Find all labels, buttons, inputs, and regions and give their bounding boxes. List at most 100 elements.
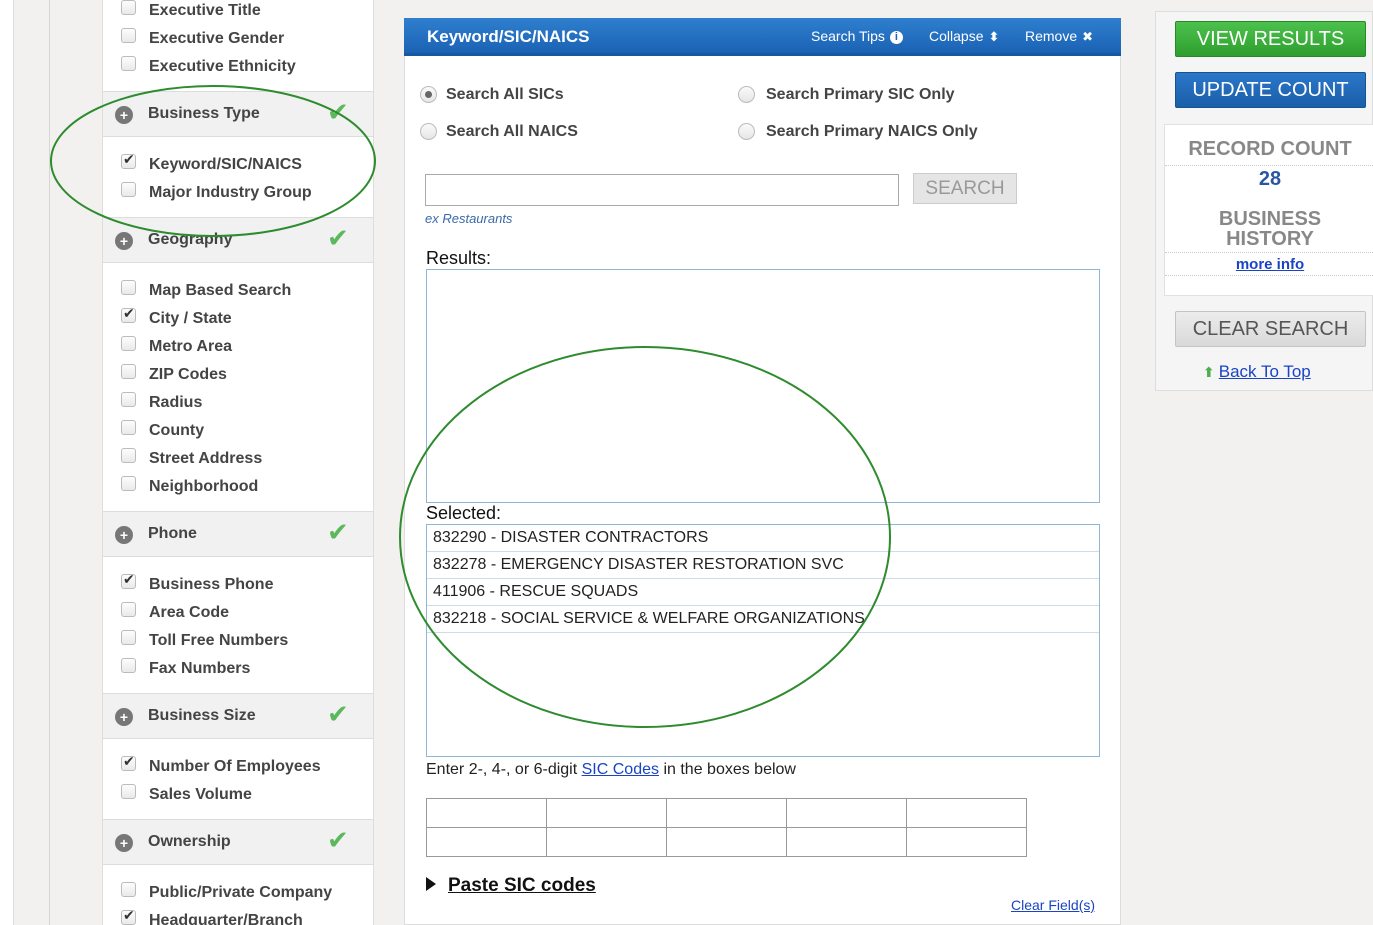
checkbox[interactable]	[121, 476, 136, 491]
collapse-link[interactable]: Collapse ⬍	[929, 28, 999, 45]
sic-code-input[interactable]	[907, 828, 1027, 857]
filter-map-based-search[interactable]: Map Based Search	[103, 280, 373, 308]
checkbox[interactable]	[121, 364, 136, 379]
expand-toggle-icon[interactable]: +	[115, 106, 133, 124]
radio-label: Search Primary NAICS Only	[766, 123, 978, 140]
more-info-link[interactable]: more info	[1236, 256, 1304, 273]
checkbox-checked[interactable]	[121, 908, 136, 925]
list-item[interactable]: 832278 - EMERGENCY DISASTER RESTORATION …	[427, 552, 1099, 579]
filter-business-phone[interactable]: Business Phone	[103, 572, 373, 602]
results-list[interactable]	[426, 269, 1100, 503]
expand-toggle-icon[interactable]: +	[115, 834, 133, 852]
checkbox[interactable]	[121, 336, 136, 351]
checkbox[interactable]	[121, 602, 136, 617]
checkbox[interactable]	[121, 630, 136, 645]
info-icon: i	[889, 31, 903, 44]
checkbox-checked[interactable]	[121, 152, 136, 169]
checkbox[interactable]	[121, 784, 136, 799]
selected-label: Selected:	[426, 503, 502, 523]
search-hint: ex Restaurants	[425, 211, 513, 226]
checkbox[interactable]	[121, 882, 136, 897]
paste-sic-codes-toggle[interactable]: Paste SIC codes	[426, 875, 596, 897]
sic-code-input[interactable]	[667, 828, 787, 857]
filter-zip-codes[interactable]: ZIP Codes	[103, 364, 373, 392]
expand-toggle-icon[interactable]: +	[115, 708, 133, 726]
checkbox-checked[interactable]	[121, 572, 136, 589]
expand-toggle-icon[interactable]: +	[115, 232, 133, 250]
list-item[interactable]: 832218 - SOCIAL SERVICE & WELFARE ORGANI…	[427, 606, 1099, 633]
search-tips-link[interactable]: Search Tips i	[811, 28, 903, 44]
sic-codes-link[interactable]: SIC Codes	[582, 761, 659, 778]
filter-major-industry-group[interactable]: Major Industry Group	[103, 182, 373, 210]
filter-neighborhood[interactable]: Neighborhood	[103, 476, 373, 504]
checkmark-icon: ✔	[327, 700, 349, 730]
radio-search-primary-naics[interactable]	[738, 123, 755, 140]
section-title: Business Type	[148, 105, 260, 122]
filter-metro-area[interactable]: Metro Area	[103, 336, 373, 364]
sic-code-input[interactable]	[907, 799, 1027, 828]
filter-radius[interactable]: Radius	[103, 392, 373, 420]
filter-city-state[interactable]: City / State	[103, 306, 373, 336]
expand-toggle-icon[interactable]: +	[115, 526, 133, 544]
search-button[interactable]: SEARCH	[913, 173, 1017, 204]
checkbox-label: Number Of Employees	[149, 758, 321, 775]
radio-search-all-naics[interactable]	[420, 123, 437, 140]
checkbox[interactable]	[121, 28, 136, 43]
checkbox-label: Executive Ethnicity	[149, 58, 296, 75]
filter-public-private-company[interactable]: Public/Private Company	[103, 882, 373, 910]
arrow-up-icon: ⬆	[1203, 364, 1215, 380]
filter-toll-free-numbers[interactable]: Toll Free Numbers	[103, 630, 373, 658]
checkbox[interactable]	[121, 182, 136, 197]
view-results-button[interactable]: VIEW RESULTS	[1175, 21, 1366, 57]
checkbox-label: County	[149, 422, 205, 439]
section-header-business-size[interactable]: + Business Size ✔	[103, 693, 373, 739]
filter-street-address[interactable]: Street Address	[103, 448, 373, 476]
checkbox-label: ZIP Codes	[149, 366, 227, 383]
filter-keyword-sic-naics[interactable]: Keyword/SIC/NAICS	[103, 152, 373, 182]
filter-number-of-employees[interactable]: Number Of Employees	[103, 754, 373, 784]
checkbox[interactable]	[121, 448, 136, 463]
list-item[interactable]: 832290 - DISASTER CONTRACTORS	[427, 525, 1099, 552]
filter-fax-numbers[interactable]: Fax Numbers	[103, 658, 373, 686]
remove-link[interactable]: Remove ✖	[1025, 28, 1093, 45]
checkbox[interactable]	[121, 420, 136, 435]
clear-search-button[interactable]: CLEAR SEARCH	[1175, 311, 1366, 347]
section-header-geography[interactable]: + Geography ✔	[103, 217, 373, 263]
keyword-search-input[interactable]	[425, 174, 899, 206]
checkbox[interactable]	[121, 0, 136, 15]
filter-county[interactable]: County	[103, 420, 373, 448]
checkbox-checked[interactable]	[121, 754, 136, 771]
sic-code-input[interactable]	[667, 799, 787, 828]
filter-executive-title[interactable]: Executive Title	[103, 0, 373, 28]
checkbox[interactable]	[121, 392, 136, 407]
section-header-ownership[interactable]: + Ownership ✔	[103, 819, 373, 865]
clear-fields-link[interactable]: Clear Field(s)	[1011, 897, 1095, 913]
sic-code-input[interactable]	[787, 799, 907, 828]
sic-code-input[interactable]	[547, 828, 667, 857]
selected-list[interactable]: 832290 - DISASTER CONTRACTORS 832278 - E…	[426, 524, 1100, 757]
business-history-label-line2: HISTORY	[1226, 228, 1314, 250]
sic-code-input[interactable]	[427, 828, 547, 857]
filter-sales-volume[interactable]: Sales Volume	[103, 784, 373, 812]
checkbox-checked[interactable]	[121, 306, 136, 323]
checkbox[interactable]	[121, 658, 136, 673]
section-header-business-type[interactable]: + Business Type ✔	[103, 91, 373, 137]
back-to-top-link[interactable]: ⬆ Back To Top	[1203, 362, 1311, 382]
filter-area-code[interactable]: Area Code	[103, 602, 373, 630]
checkbox[interactable]	[121, 56, 136, 71]
update-count-button[interactable]: UPDATE COUNT	[1175, 72, 1366, 108]
checkbox[interactable]	[121, 280, 136, 295]
radio-search-all-sics[interactable]	[420, 86, 437, 103]
panel-title: Keyword/SIC/NAICS	[427, 27, 590, 46]
radio-search-primary-sic[interactable]	[738, 86, 755, 103]
filter-headquarter-branch[interactable]: Headquarter/Branch	[103, 908, 373, 925]
divider	[1165, 275, 1373, 276]
section-header-phone[interactable]: + Phone ✔	[103, 511, 373, 557]
sic-code-input[interactable]	[547, 799, 667, 828]
filter-executive-gender[interactable]: Executive Gender	[103, 28, 373, 56]
filter-executive-ethnicity[interactable]: Executive Ethnicity	[103, 56, 373, 84]
radio-label: Search All SICs	[446, 86, 564, 103]
list-item[interactable]: 411906 - RESCUE SQUADS	[427, 579, 1099, 606]
sic-code-input[interactable]	[787, 828, 907, 857]
sic-code-input[interactable]	[427, 799, 547, 828]
